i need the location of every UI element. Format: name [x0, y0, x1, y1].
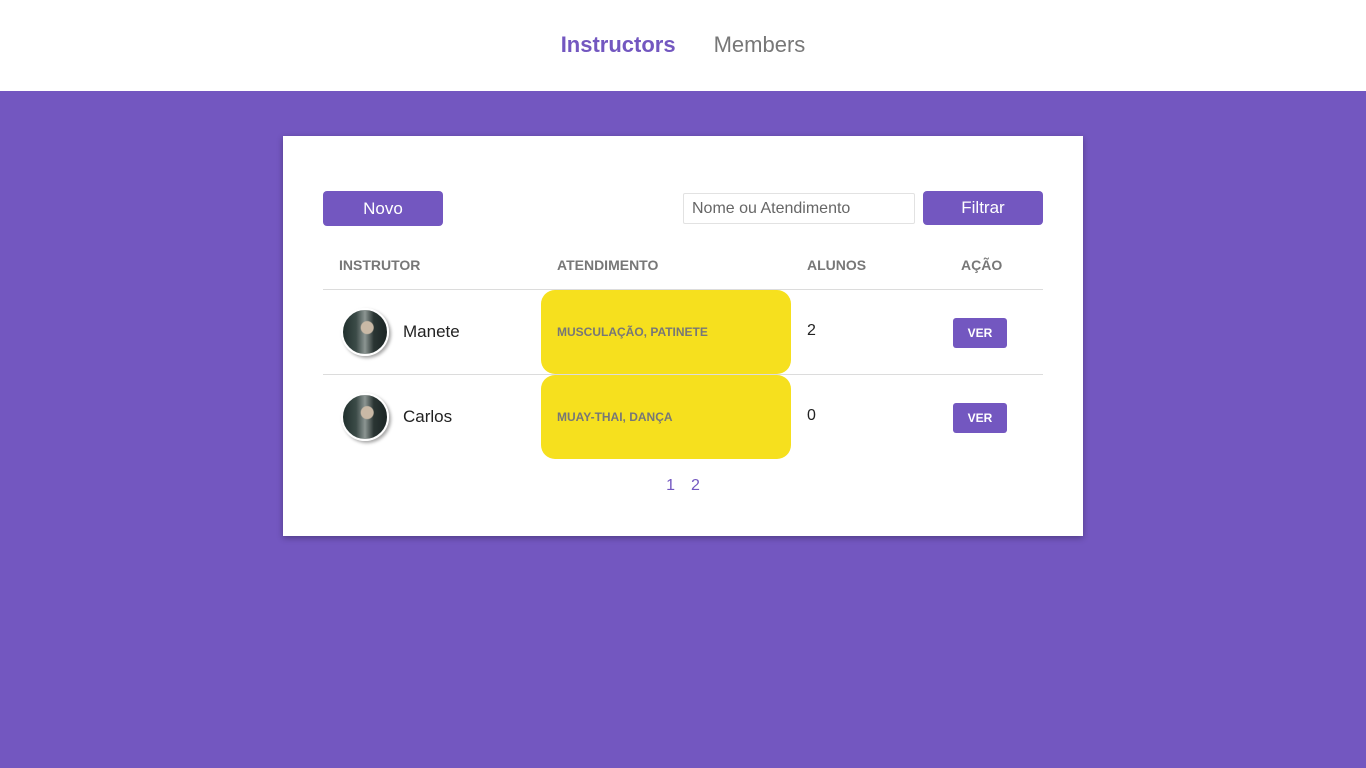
column-header-action: AÇÃO [961, 257, 1003, 273]
avatar [341, 308, 389, 356]
avatar [341, 393, 389, 441]
students-count: 0 [807, 407, 816, 424]
column-header-students: ALUNOS [807, 257, 867, 273]
instructors-card: Novo Filtrar INSTRUTOR ATENDIMENTO ALUNO… [283, 136, 1083, 536]
students-count: 2 [807, 322, 816, 339]
view-button[interactable]: VER [953, 403, 1007, 433]
pagination: 1 2 [283, 477, 1083, 495]
table-row: Carlos MUAY-THAI, DANÇA 0 VER [323, 375, 1043, 459]
services-tag: MUSCULAÇÃO, PATINETE [541, 290, 791, 374]
instructor-name: Carlos [403, 407, 453, 426]
filter-button[interactable]: Filtrar [923, 191, 1043, 225]
new-instructor-button[interactable]: Novo [323, 191, 443, 226]
nav-members-link[interactable]: Members [714, 32, 806, 58]
page-link-2[interactable]: 2 [691, 477, 700, 495]
table-row: Manete MUSCULAÇÃO, PATINETE 2 VER [323, 290, 1043, 374]
top-nav: Instructors Members [0, 0, 1366, 91]
view-button[interactable]: VER [953, 318, 1007, 348]
instructor-name: Manete [403, 322, 460, 341]
services-tag: MUAY-THAI, DANÇA [541, 375, 791, 459]
nav-instructors-link[interactable]: Instructors [561, 32, 676, 58]
column-header-instructor: INSTRUTOR [339, 257, 421, 273]
search-input[interactable] [683, 193, 915, 224]
page-link-1[interactable]: 1 [666, 477, 675, 495]
column-header-services: ATENDIMENTO [557, 257, 659, 273]
